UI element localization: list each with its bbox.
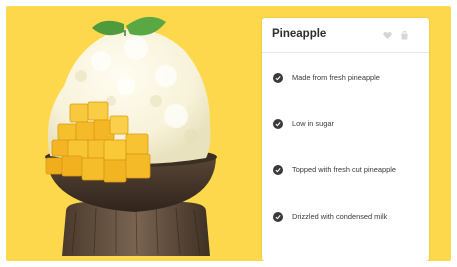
check-circle-icon xyxy=(273,73,283,83)
product-info-card: Pineapple Made from fresh pineapple Low … xyxy=(262,18,429,261)
list-item: Made from fresh pineapple xyxy=(273,73,421,83)
list-item: Topped with fresh cut pineapple xyxy=(273,165,421,175)
shopping-bag-icon[interactable] xyxy=(400,31,409,40)
product-title: Pineapple xyxy=(272,28,327,40)
pineapple-bingsu-image xyxy=(45,16,217,256)
product-banner: Pineapple Made from fresh pineapple Low … xyxy=(6,6,451,261)
feature-text: Topped with fresh cut pineapple xyxy=(292,165,396,174)
feature-text: Low in sugar xyxy=(292,119,334,128)
feature-text: Made from fresh pineapple xyxy=(292,73,380,82)
heart-icon[interactable] xyxy=(383,31,392,40)
check-circle-icon xyxy=(273,165,283,175)
list-item: Low in sugar xyxy=(273,119,421,129)
card-header: Pineapple xyxy=(262,18,429,53)
list-item: Drizzled with condensed milk xyxy=(273,212,421,222)
check-circle-icon xyxy=(273,212,283,222)
check-circle-icon xyxy=(273,119,283,129)
feature-text: Drizzled with condensed milk xyxy=(292,212,388,221)
